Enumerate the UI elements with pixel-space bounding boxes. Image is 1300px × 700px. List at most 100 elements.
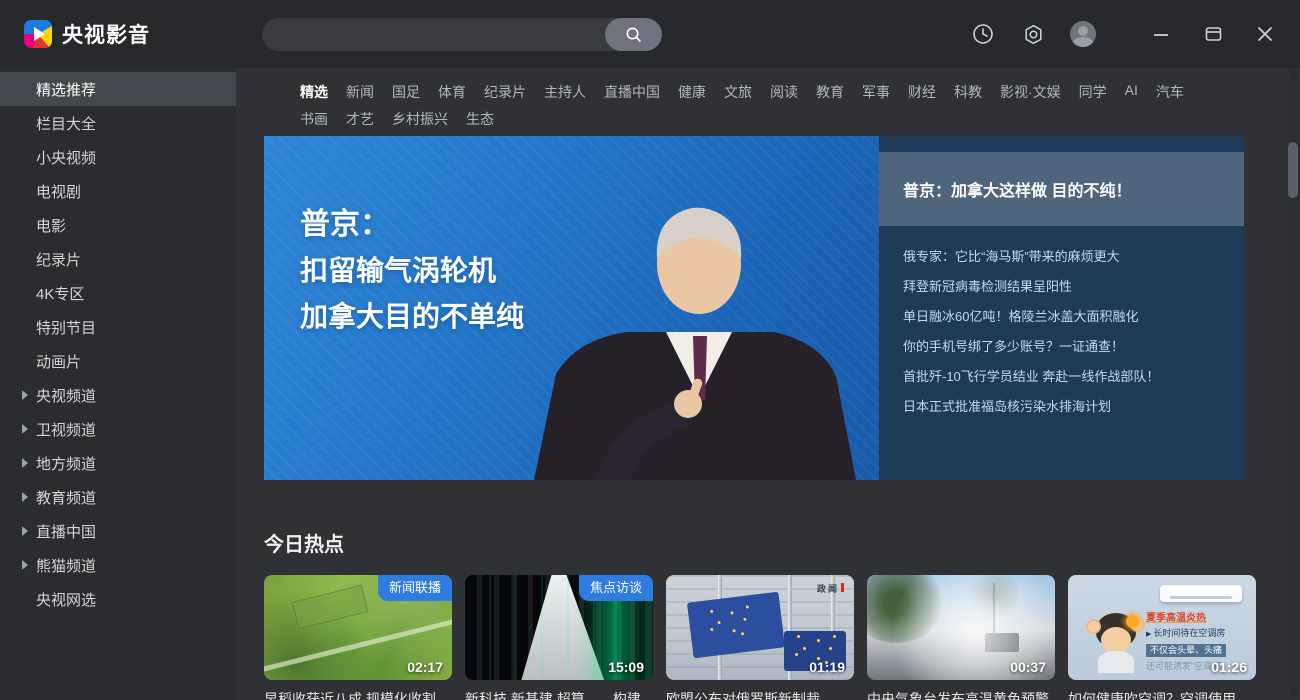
nav-tab[interactable]: 影视·文娱	[1000, 82, 1061, 102]
app-title: 央视影音	[62, 19, 150, 49]
window-controls	[1148, 21, 1278, 47]
nav-tab[interactable]: 文旅	[724, 82, 752, 102]
headline-item[interactable]: 日本正式批准福岛核污染水排海计划	[903, 392, 1228, 422]
nav-tab[interactable]: 教育	[816, 82, 844, 102]
hero-title-line: 普京：	[300, 202, 524, 248]
settings-button[interactable]	[1020, 21, 1046, 47]
scrollbar-track[interactable]	[1289, 70, 1299, 698]
nav-tab[interactable]: 体育	[438, 82, 466, 102]
thumbnail-aerial-fields[interactable]: 新闻联播 02:17	[264, 575, 452, 680]
video-card-row: 新闻联播 02:17 早稻收获近八成 规模化收割 焦点访谈 15:09 新科技 …	[264, 575, 1300, 700]
sidebar-item[interactable]: 熊猫频道	[0, 548, 236, 582]
sidebar-item[interactable]: 直播中国	[0, 514, 236, 548]
category-tabs: 精选 新闻 国足 体育 纪录片 主持人 直播中国 健康 文旅 阅读 教育	[236, 68, 1246, 129]
duration-label: 01:26	[1211, 659, 1247, 675]
sidebar-item-label: 直播中国	[36, 521, 96, 542]
close-button[interactable]	[1252, 21, 1278, 47]
search-button[interactable]	[605, 18, 662, 51]
video-card[interactable]: 00:37 中央气象台发布高温黄色预警	[867, 575, 1055, 700]
search-input[interactable]	[262, 18, 605, 51]
sidebar-item[interactable]: 教育频道	[0, 480, 236, 514]
thumbnail-caption: 长时间待在空调房	[1146, 628, 1226, 640]
nav-tab[interactable]: 直播中国	[604, 82, 660, 102]
scrollbar-thumb[interactable]	[1288, 142, 1298, 198]
history-button[interactable]	[970, 21, 996, 47]
maximize-button[interactable]	[1200, 21, 1226, 47]
nav-tab[interactable]: 军事	[862, 82, 890, 102]
sidebar: 精选推荐 栏目大全 小央视频 电视剧 电影	[0, 68, 236, 700]
thumbnail-art	[1086, 619, 1101, 634]
sidebar-item[interactable]: 特别节目	[0, 310, 236, 344]
search-bar[interactable]	[262, 18, 662, 51]
expand-arrow-icon	[22, 424, 28, 434]
video-title[interactable]: 如何健康吹空调？空调使用	[1068, 689, 1256, 700]
thumbnail-art	[803, 647, 806, 650]
video-card[interactable]: 焦点访谈 15:09 新科技 新基建 超算——构建	[465, 575, 653, 700]
expand-arrow-icon	[22, 526, 28, 536]
sidebar-item-label: 小央视频	[36, 147, 96, 168]
program-badge: 新闻联播	[378, 575, 452, 601]
sidebar-item-label: 地方频道	[36, 453, 96, 474]
nav-tab[interactable]: 汽车	[1156, 82, 1184, 102]
sidebar-item[interactable]: 电影	[0, 208, 236, 242]
video-card[interactable]: 新闻联播 02:17 早稻收获近八成 规模化收割	[264, 575, 452, 700]
nav-tab[interactable]: AI	[1125, 82, 1138, 102]
headline-item[interactable]: 你的手机号绑了多少账号？一证通查！	[903, 332, 1228, 362]
sidebar-item-label: 4K专区	[36, 283, 84, 304]
nav-tab[interactable]: 生态	[466, 109, 494, 129]
video-title[interactable]: 欧盟公布对俄罗斯新制裁	[666, 689, 854, 700]
video-title[interactable]: 新科技 新基建 超算——构建	[465, 689, 653, 700]
nav-tab[interactable]: 阅读	[770, 82, 798, 102]
sidebar-item[interactable]: 央视频道	[0, 378, 236, 412]
sidebar-item[interactable]: 纪录片	[0, 242, 236, 276]
nav-tab[interactable]: 才艺	[346, 109, 374, 129]
sidebar-item[interactable]: 卫视频道	[0, 412, 236, 446]
sidebar-item[interactable]: 地方频道	[0, 446, 236, 480]
video-card[interactable]: 夏季高温炎热 长时间待在空调房 不仅会头晕、头痛 还可能诱发“空调病” 01:2…	[1068, 575, 1256, 700]
headline-item[interactable]: 单日融冰60亿吨！格陵兰冰盖大面积融化	[903, 302, 1228, 332]
headline-item[interactable]: 俄专家：它比“海马斯”带来的麻烦更大	[903, 242, 1228, 272]
sidebar-item[interactable]: 栏目大全	[0, 106, 236, 140]
hero-slide[interactable]: 普京： 扣留输气涡轮机 加拿大目的不单纯	[264, 136, 879, 480]
headline-item[interactable]: 首批歼-10飞行学员结业 奔赴一线作战部队！	[903, 362, 1228, 392]
nav-tab[interactable]: 书画	[300, 109, 328, 129]
thumbnail-art	[1098, 651, 1134, 673]
headline-item-active[interactable]: 普京：加拿大这样做 目的不纯！	[879, 152, 1244, 226]
user-avatar[interactable]	[1070, 21, 1096, 47]
sidebar-item[interactable]: 央视网选	[0, 582, 236, 616]
nav-tab[interactable]: 主持人	[544, 82, 586, 102]
sidebar-item-label: 央视网选	[36, 589, 96, 610]
thumbnail-caption: 夏季高温炎热	[1146, 613, 1226, 624]
history-clock-icon	[972, 23, 994, 45]
nav-tab[interactable]: 健康	[678, 82, 706, 102]
video-title[interactable]: 中央气象台发布高温黄色预警	[867, 689, 1055, 700]
air-conditioner-art	[1160, 585, 1242, 602]
video-card[interactable]: 政闻 01:19 欧盟公布对俄罗斯新制裁	[666, 575, 854, 700]
duration-label: 00:37	[1010, 659, 1046, 675]
thumbnail-ac-cartoon[interactable]: 夏季高温炎热 长时间待在空调房 不仅会头晕、头痛 还可能诱发“空调病” 01:2…	[1068, 575, 1256, 680]
nav-tab[interactable]: 科教	[954, 82, 982, 102]
nav-tab[interactable]: 财经	[908, 82, 936, 102]
nav-tab[interactable]: 乡村振兴	[392, 109, 448, 129]
nav-tab[interactable]: 同学	[1079, 82, 1107, 102]
nav-tab[interactable]: 新闻	[346, 82, 374, 102]
sidebar-item[interactable]: 精选推荐	[0, 72, 236, 106]
thumbnail-eu-flags[interactable]: 政闻 01:19	[666, 575, 854, 680]
thumbnail-misty-street[interactable]: 00:37	[867, 575, 1055, 680]
sidebar-item[interactable]: 动画片	[0, 344, 236, 378]
minimize-button[interactable]	[1148, 21, 1174, 47]
thumbnail-caption: 不仅会头晕、头痛	[1146, 644, 1226, 657]
hero-title-line: 扣留输气涡轮机	[300, 248, 524, 294]
sidebar-item[interactable]: 电视剧	[0, 174, 236, 208]
nav-tab[interactable]: 精选	[300, 82, 328, 102]
nav-tab[interactable]: 国足	[392, 82, 420, 102]
close-icon	[1257, 26, 1273, 42]
sidebar-item-label: 央视频道	[36, 385, 96, 406]
headline-item[interactable]: 拜登新冠病毒检测结果呈阳性	[903, 272, 1228, 302]
thumbnail-server-room[interactable]: 焦点访谈 15:09	[465, 575, 653, 680]
sidebar-item[interactable]: 4K专区	[0, 276, 236, 310]
video-title[interactable]: 早稻收获近八成 规模化收割	[264, 689, 452, 700]
sidebar-item[interactable]: 小央视频	[0, 140, 236, 174]
nav-tab[interactable]: 纪录片	[484, 82, 526, 102]
gear-icon	[1022, 23, 1045, 46]
